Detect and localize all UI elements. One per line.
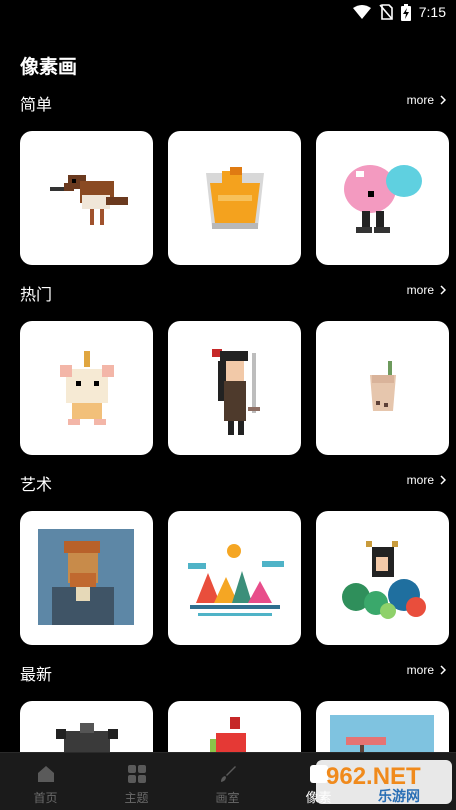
artwork-card-scene[interactable] bbox=[316, 701, 449, 752]
section-popular: 热门 more bbox=[0, 281, 456, 456]
watermark-brand: 962.NET bbox=[326, 763, 421, 790]
card-row bbox=[20, 511, 450, 645]
section-latest: 最新 more bbox=[0, 661, 456, 752]
more-label: more bbox=[406, 663, 434, 677]
more-label: more bbox=[406, 93, 434, 107]
tab-home[interactable]: 首页 bbox=[0, 753, 91, 810]
section-header: 艺术 more bbox=[0, 471, 456, 495]
artwork-card-bird[interactable] bbox=[20, 131, 153, 265]
pixel-landscape-image bbox=[188, 544, 284, 616]
artwork-card-landscape[interactable] bbox=[168, 511, 301, 645]
pixel-girl-flowers-image bbox=[342, 541, 426, 619]
tab-label: 主题 bbox=[124, 791, 149, 805]
wifi-icon bbox=[352, 5, 371, 19]
page-title: 像素画 bbox=[20, 57, 78, 78]
chevron-right-icon bbox=[440, 95, 446, 105]
status-bar: 7:15 bbox=[0, 0, 456, 24]
section-header: 简单 more bbox=[0, 91, 456, 115]
chevron-right-icon bbox=[440, 665, 446, 675]
artwork-card-hamster[interactable] bbox=[20, 321, 153, 455]
chevron-right-icon bbox=[440, 285, 446, 295]
more-label: more bbox=[406, 283, 434, 297]
pixel-portrait-image bbox=[38, 529, 134, 625]
section-title: 简单 bbox=[20, 97, 53, 114]
grid-icon bbox=[127, 765, 146, 783]
watermark-sub: 乐游网 bbox=[378, 788, 420, 805]
artwork-card-drink[interactable] bbox=[168, 131, 301, 265]
artwork-card-girl-flowers[interactable] bbox=[316, 511, 449, 645]
artwork-card-bubble-tea[interactable] bbox=[316, 321, 449, 455]
chevron-right-icon bbox=[440, 475, 446, 485]
pixel-bird-image bbox=[50, 175, 128, 225]
pixel-drink-image bbox=[206, 167, 264, 229]
status-time: 7:15 bbox=[418, 4, 446, 20]
status-icons: 7:15 bbox=[352, 3, 446, 21]
artwork-card-candy[interactable] bbox=[316, 131, 449, 265]
more-link[interactable]: more bbox=[407, 93, 446, 107]
artwork-card-viking[interactable] bbox=[20, 701, 153, 752]
pixel-candy-image bbox=[344, 165, 422, 233]
card-row bbox=[20, 131, 450, 265]
brush-icon bbox=[220, 766, 236, 782]
artwork-card-swordsman[interactable] bbox=[168, 321, 301, 455]
pixel-bucket-image bbox=[210, 717, 246, 752]
watermark-logo: 962.NET 乐游网 bbox=[316, 760, 452, 805]
card-row bbox=[20, 701, 450, 752]
more-label: more bbox=[406, 473, 434, 487]
no-sim-icon bbox=[379, 4, 393, 20]
tab-themes[interactable]: 主题 bbox=[91, 753, 182, 810]
section-title: 热门 bbox=[20, 287, 53, 304]
more-link[interactable]: more bbox=[407, 663, 446, 677]
battery-charging-icon bbox=[400, 3, 411, 21]
pixel-swordsman-image bbox=[212, 349, 260, 435]
pixel-scene-image bbox=[330, 715, 434, 752]
section-header: 热门 more bbox=[0, 281, 456, 305]
tab-label: 画室 bbox=[215, 791, 240, 805]
more-link[interactable]: more bbox=[407, 473, 446, 487]
section-simple: 简单 more bbox=[0, 91, 456, 266]
artwork-card-bucket[interactable] bbox=[168, 701, 301, 752]
tab-studio[interactable]: 画室 bbox=[182, 753, 273, 810]
section-header: 最新 more bbox=[0, 661, 456, 685]
pixel-bubble-tea-image bbox=[370, 361, 396, 411]
tab-label: 首页 bbox=[33, 791, 58, 805]
artwork-card-portrait[interactable] bbox=[20, 511, 153, 645]
pixel-hamster-image bbox=[60, 351, 114, 425]
section-title: 最新 bbox=[20, 667, 53, 684]
section-title: 艺术 bbox=[20, 477, 53, 494]
section-art: 艺术 more bbox=[0, 471, 456, 646]
card-row bbox=[20, 321, 450, 455]
more-link[interactable]: more bbox=[407, 283, 446, 297]
home-icon bbox=[37, 766, 54, 782]
pixel-viking-image bbox=[56, 723, 118, 752]
